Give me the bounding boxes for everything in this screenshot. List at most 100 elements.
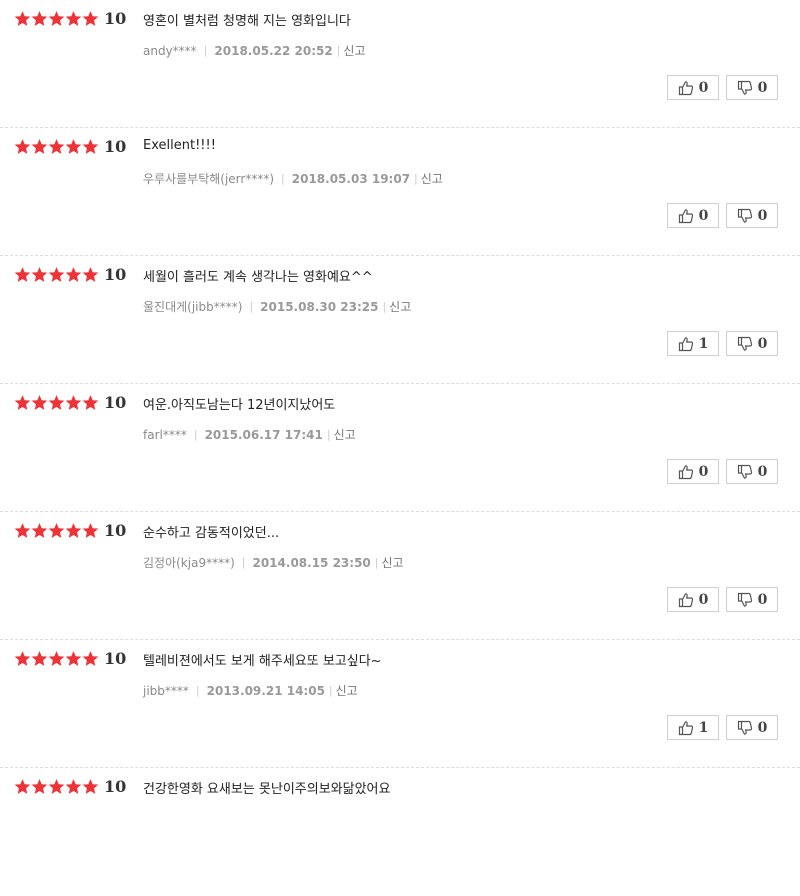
report-link[interactable]: 신고: [389, 298, 411, 315]
star-icon: [65, 10, 82, 27]
meta-divider: |: [195, 684, 200, 697]
star-icon: [82, 522, 99, 539]
vote-buttons: 10: [667, 715, 778, 740]
star-rating: [14, 10, 99, 27]
star-icon: [31, 10, 48, 27]
star-icon: [65, 394, 82, 411]
review-author[interactable]: 울진대게(jibb****): [143, 298, 242, 315]
review-item: 10 건강한영화 요새보는 못난이주의보와닮았어요: [0, 768, 800, 896]
report-link[interactable]: 신고: [382, 554, 404, 571]
review-author[interactable]: 김정아(kja9****): [143, 554, 235, 571]
star-icon: [31, 522, 48, 539]
star-icon: [48, 394, 65, 411]
star-rating: [14, 650, 99, 667]
star-icon: [82, 778, 99, 795]
vote-buttons: 00: [667, 587, 778, 612]
meta-divider: |: [374, 556, 379, 569]
meta-divider: |: [336, 44, 341, 57]
dislike-button[interactable]: 0: [726, 331, 778, 356]
star-icon: [82, 394, 99, 411]
star-icon: [14, 266, 31, 283]
star-icon: [48, 650, 65, 667]
thumbs-down-icon: [737, 208, 758, 224]
star-icon: [82, 10, 99, 27]
star-icon: [82, 138, 99, 155]
review-item: 10 순수하고 감동적이었던... 김정아(kja9****) | 2014.08.15…: [0, 512, 800, 640]
report-link[interactable]: 신고: [421, 170, 443, 187]
like-button[interactable]: 0: [667, 75, 719, 100]
review-date: 2015.06.17 17:41: [204, 427, 323, 442]
dislike-button[interactable]: 0: [726, 715, 778, 740]
thumbs-up-icon: [678, 720, 699, 736]
thumbs-up-icon: [678, 464, 699, 480]
star-icon: [31, 778, 48, 795]
star-icon: [48, 266, 65, 283]
review-score: 10: [104, 265, 127, 284]
dislike-button[interactable]: 0: [726, 459, 778, 484]
like-button[interactable]: 1: [667, 715, 719, 740]
like-button[interactable]: 0: [667, 203, 719, 228]
report-link[interactable]: 신고: [334, 426, 356, 443]
review-author[interactable]: andy****: [143, 44, 197, 58]
review-score: 10: [104, 777, 127, 796]
star-icon: [14, 394, 31, 411]
review-comment: 세월이 흘러도 계속 생각나는 영화예요^^: [143, 270, 373, 285]
star-icon: [48, 522, 65, 539]
dislike-count: 0: [757, 207, 768, 224]
star-icon: [65, 138, 82, 155]
thumbs-down-icon: [737, 80, 758, 96]
dislike-count: 0: [757, 719, 768, 736]
review-date: 2014.08.15 23:50: [252, 555, 371, 570]
star-icon: [82, 650, 99, 667]
dislike-count: 0: [757, 79, 768, 96]
vote-buttons: 10: [667, 331, 778, 356]
meta-divider: |: [203, 44, 208, 57]
star-icon: [65, 778, 82, 795]
star-icon: [65, 650, 82, 667]
dislike-button[interactable]: 0: [726, 587, 778, 612]
like-button[interactable]: 0: [667, 587, 719, 612]
review-date: 2018.05.03 19:07: [291, 171, 411, 186]
dislike-button[interactable]: 0: [726, 203, 778, 228]
dislike-count: 0: [757, 335, 768, 352]
review-author[interactable]: jibb****: [143, 684, 189, 698]
meta-divider: |: [328, 684, 333, 697]
like-count: 0: [698, 207, 709, 224]
review-item: 10 텔레비젼에서도 보게 해주세요또 보고싶다~ jibb**** | 2013.09…: [0, 640, 800, 768]
report-link[interactable]: 신고: [343, 42, 365, 59]
like-button[interactable]: 1: [667, 331, 719, 356]
review-meta: jibb**** | 2013.09.21 14:05 | 신고: [143, 682, 358, 699]
dislike-count: 0: [757, 463, 768, 480]
review-comment: 건강한영화 요새보는 못난이주의보와닮았어요: [143, 782, 391, 797]
like-button[interactable]: 0: [667, 459, 719, 484]
like-count: 0: [698, 591, 709, 608]
star-icon: [48, 138, 65, 155]
dislike-button[interactable]: 0: [726, 75, 778, 100]
like-count: 0: [698, 79, 709, 96]
star-rating: [14, 138, 99, 155]
star-icon: [82, 266, 99, 283]
vote-buttons: 00: [667, 459, 778, 484]
thumbs-down-icon: [737, 464, 758, 480]
review-author[interactable]: farl****: [143, 428, 187, 442]
star-icon: [31, 394, 48, 411]
meta-divider: |: [326, 428, 331, 441]
star-icon: [31, 138, 48, 155]
star-icon: [14, 138, 31, 155]
review-meta: 우루사를부탁해(jerr****) | 2018.05.03 19:07 | 신고: [143, 170, 443, 187]
review-author[interactable]: 우루사를부탁해(jerr****): [143, 170, 274, 187]
star-rating: [14, 522, 99, 539]
review-comment: 영혼이 별처럼 청명해 지는 영화입니다: [143, 14, 351, 29]
review-date: 2018.05.22 20:52: [214, 43, 333, 58]
review-item: 10 세월이 흘러도 계속 생각나는 영화예요^^ 울진대게(jibb****) | 2…: [0, 256, 800, 384]
like-count: 1: [698, 719, 709, 736]
meta-divider: |: [249, 300, 254, 313]
star-icon: [48, 10, 65, 27]
star-icon: [14, 522, 31, 539]
report-link[interactable]: 신고: [336, 682, 358, 699]
vote-buttons: 00: [667, 75, 778, 100]
thumbs-up-icon: [678, 592, 699, 608]
review-comment: Exellent!!!!: [143, 138, 216, 153]
thumbs-down-icon: [737, 336, 758, 352]
star-icon: [65, 266, 82, 283]
